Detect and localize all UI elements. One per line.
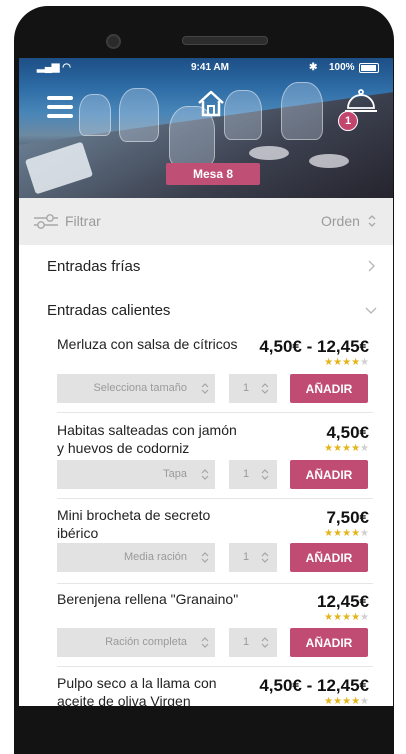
menu-item: Mini brocheta de secreto ibérico 7,50€ ★… xyxy=(57,506,373,584)
size-select[interactable]: Selecciona tamaño xyxy=(57,374,215,403)
chevron-right-icon xyxy=(368,260,375,272)
item-price: 4,50€ - 12,45€ xyxy=(259,337,369,356)
earpiece-speaker xyxy=(182,36,268,45)
item-name: Habitas salteadas con jamón y huevos de … xyxy=(57,422,237,456)
quantity-stepper[interactable]: 1 xyxy=(229,628,277,657)
category-label: Entradas frías xyxy=(47,258,141,275)
quantity-stepper[interactable]: 1 xyxy=(229,543,277,572)
home-icon[interactable] xyxy=(196,88,226,118)
stepper-updown-icon xyxy=(261,383,269,394)
quantity-stepper[interactable]: 1 xyxy=(229,374,277,403)
item-name: Berenjena rellena "Granaino" xyxy=(57,591,239,607)
quantity-stepper[interactable]: 1 xyxy=(229,460,277,489)
chevron-down-icon xyxy=(365,307,377,314)
rating-stars: ★★★★★ xyxy=(324,357,369,368)
menu-item: Berenjena rellena "Granaino" 12,45€ ★★★★… xyxy=(57,590,373,667)
app-screen: ▂▄▆ ◠ 9:41 AM ✱ 100% 1 Mesa 8 Filtrar Or… xyxy=(19,58,393,706)
rating-stars: ★★★★★ xyxy=(324,696,369,707)
item-name: Merluza con salsa de cítricos xyxy=(57,336,238,352)
menu-item: Habitas salteadas con jamón y huevos de … xyxy=(57,421,373,499)
rating-stars: ★★★★★ xyxy=(324,612,369,623)
item-name: Mini brocheta de secreto ibérico xyxy=(57,507,211,541)
stepper-updown-icon xyxy=(261,469,269,480)
cart-count-badge: 1 xyxy=(338,111,358,131)
select-updown-icon xyxy=(201,637,209,648)
filter-bar: Filtrar Orden xyxy=(19,198,393,245)
rating-stars: ★★★★★ xyxy=(324,443,369,454)
size-select[interactable]: Media ración xyxy=(57,543,215,572)
add-button[interactable]: AÑADIR xyxy=(290,543,368,572)
select-updown-icon xyxy=(201,383,209,394)
select-updown-icon xyxy=(201,552,209,563)
table-label: Mesa 8 xyxy=(166,163,260,185)
battery-icon xyxy=(359,63,379,73)
size-select[interactable]: Tapa xyxy=(57,460,215,489)
select-updown-icon xyxy=(201,469,209,480)
stepper-updown-icon xyxy=(261,552,269,563)
filter-button[interactable]: Filtrar xyxy=(65,213,101,229)
status-time: 9:41 AM xyxy=(191,62,229,73)
battery-percent: 100% xyxy=(329,62,355,73)
item-name: Pulpo seco a la llama con aceite de oliv… xyxy=(57,675,217,706)
item-price: 12,45€ xyxy=(317,592,369,611)
item-price: 4,50€ xyxy=(326,423,369,442)
menu-item: Pulpo seco a la llama con aceite de oliv… xyxy=(57,674,373,706)
add-button[interactable]: AÑADIR xyxy=(290,374,368,403)
menu-item: Merluza con salsa de cítricos 4,50€ - 12… xyxy=(57,335,373,413)
category-label: Entradas calientes xyxy=(47,302,171,319)
rating-stars: ★★★★★ xyxy=(324,528,369,539)
header-banner: ▂▄▆ ◠ 9:41 AM ✱ 100% 1 Mesa 8 xyxy=(19,58,393,198)
status-bar: ▂▄▆ ◠ 9:41 AM ✱ 100% xyxy=(19,58,393,76)
category-entradas-calientes[interactable]: Entradas calientes xyxy=(19,289,393,333)
phone-bottom-bezel xyxy=(14,706,394,754)
category-entradas-frias[interactable]: Entradas frías xyxy=(19,245,393,290)
add-button[interactable]: AÑADIR xyxy=(290,460,368,489)
item-price: 4,50€ - 12,45€ xyxy=(259,676,369,695)
filter-sliders-icon[interactable] xyxy=(33,213,59,230)
add-button[interactable]: AÑADIR xyxy=(290,628,368,657)
signal-wifi-icon: ▂▄▆ ◠ xyxy=(37,62,71,73)
sort-updown-icon[interactable] xyxy=(367,214,377,228)
order-button[interactable]: Orden xyxy=(321,213,360,229)
item-price: 7,50€ xyxy=(326,508,369,527)
stepper-updown-icon xyxy=(261,637,269,648)
size-select[interactable]: Ración completa xyxy=(57,628,215,657)
hamburger-menu-icon[interactable] xyxy=(47,96,73,118)
bluetooth-icon: ✱ xyxy=(309,62,318,73)
front-camera xyxy=(106,34,121,49)
